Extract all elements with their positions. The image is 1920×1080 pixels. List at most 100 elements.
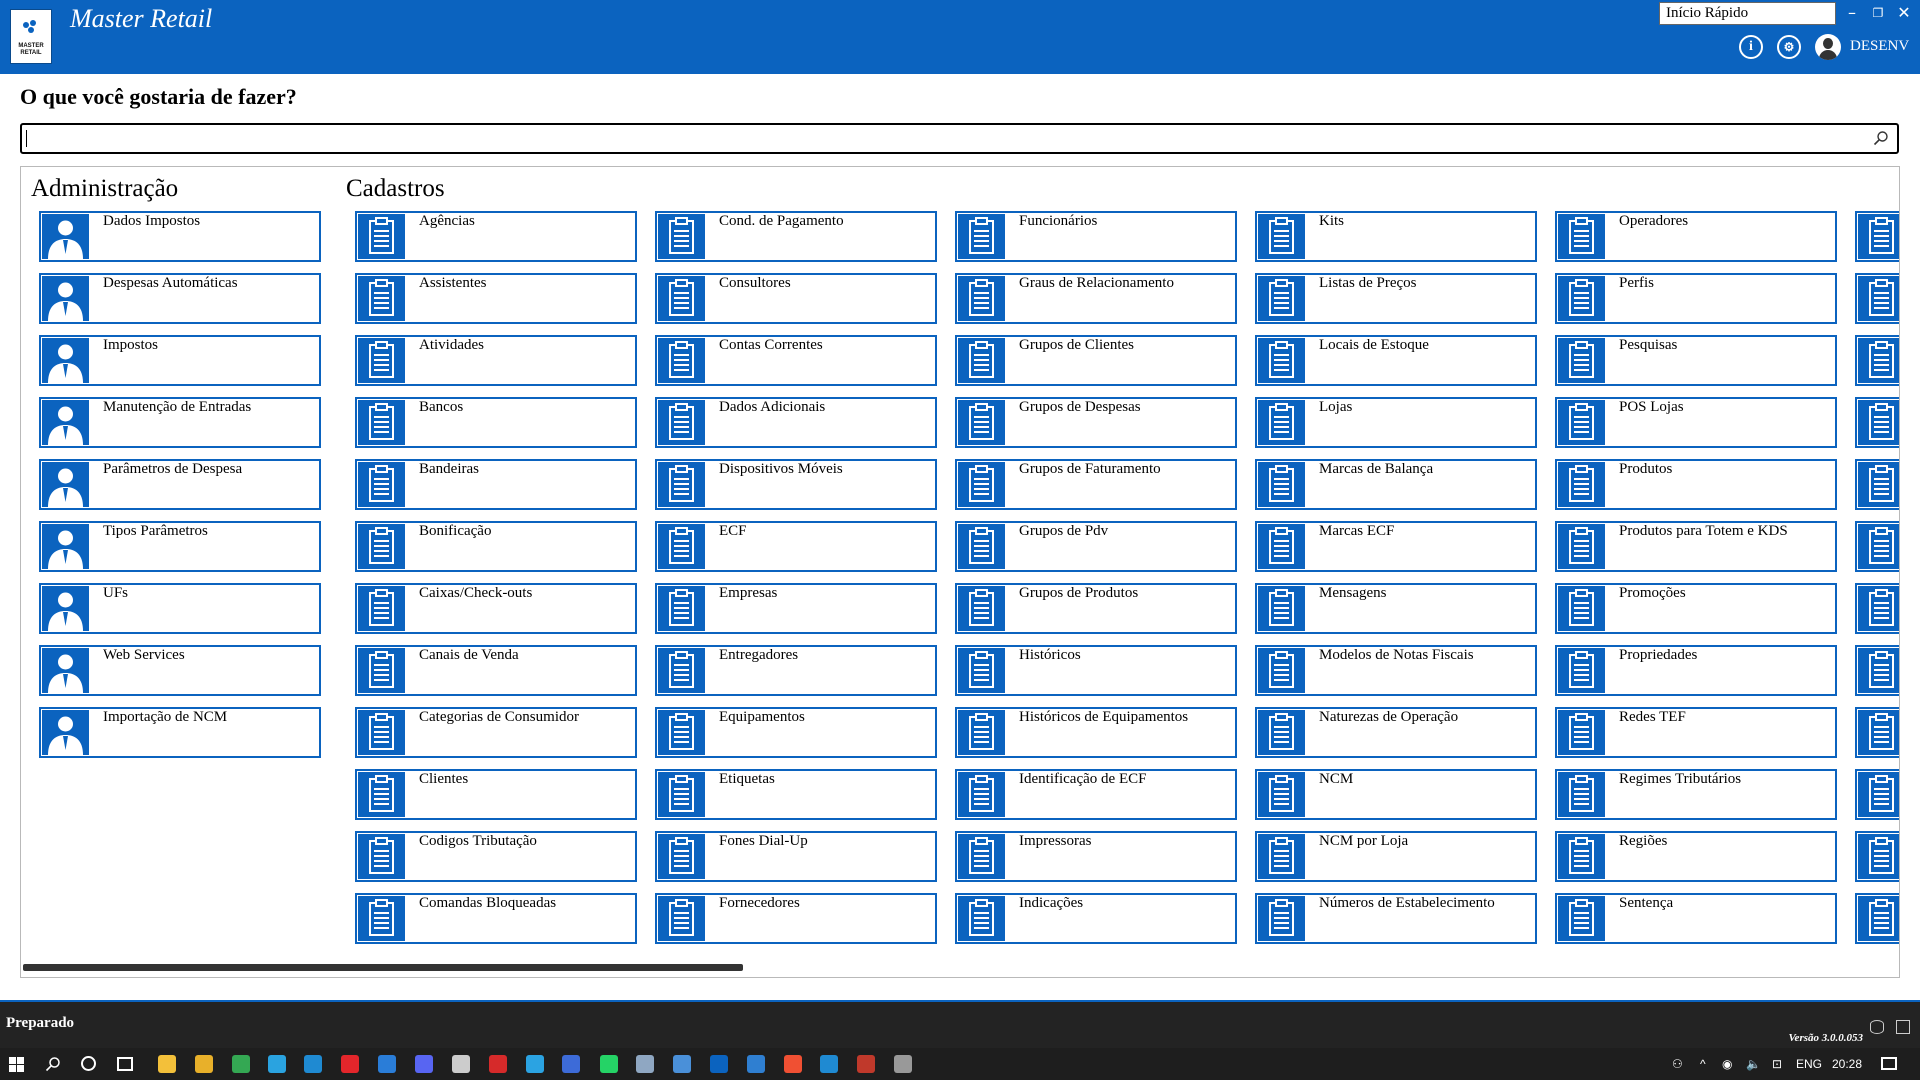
tile-grupos-de-clientes[interactable]: Grupos de Clientes: [955, 335, 1237, 386]
settings-icon[interactable]: ⚙: [1777, 35, 1801, 59]
tile-cond-de-pagamento[interactable]: Cond. de Pagamento: [655, 211, 937, 262]
pin-icon[interactable]: [452, 1055, 470, 1073]
app-icon[interactable]: [747, 1055, 765, 1073]
tile-impostos[interactable]: Impostos: [39, 335, 321, 386]
tile-ecf[interactable]: ECF: [655, 521, 937, 572]
tile-ufs[interactable]: UFs: [39, 583, 321, 634]
search-input[interactable]: [20, 123, 1899, 154]
tile-propriedades[interactable]: Propriedades: [1555, 645, 1837, 696]
tray-chevron-icon[interactable]: ^: [1700, 1057, 1706, 1071]
tile-regioes[interactable]: Regiões: [1555, 831, 1837, 882]
tile-dados-impostos[interactable]: Dados Impostos: [39, 211, 321, 262]
tile-clientes[interactable]: Clientes: [355, 769, 637, 820]
tile-historicos[interactable]: Históricos: [955, 645, 1237, 696]
tile-pesquisas[interactable]: Pesquisas: [1555, 335, 1837, 386]
cortana-icon[interactable]: [81, 1056, 96, 1071]
windows-start-icon[interactable]: [9, 1057, 24, 1072]
tile-blank[interactable]: [1855, 831, 1899, 882]
tile-modelos-de-notas-fiscais[interactable]: Modelos de Notas Fiscais: [1255, 645, 1537, 696]
tile-entregadores[interactable]: Entregadores: [655, 645, 937, 696]
tile-bonificacao[interactable]: Bonificação: [355, 521, 637, 572]
tile-historicos-de-equipamentos[interactable]: Históricos de Equipamentos: [955, 707, 1237, 758]
tile-consultores[interactable]: Consultores: [655, 273, 937, 324]
quick-start-input[interactable]: Início Rápido: [1659, 2, 1836, 25]
tile-produtos-para-totem-e-kds[interactable]: Produtos para Totem e KDS: [1555, 521, 1837, 572]
connection-icon[interactable]: [1896, 1020, 1910, 1034]
tile-fornecedores[interactable]: Fornecedores: [655, 893, 937, 944]
close-button[interactable]: ✕: [1894, 4, 1914, 22]
tile-numeros-de-estabelecimento[interactable]: Números de Estabelecimento: [1255, 893, 1537, 944]
app-icon[interactable]: [673, 1055, 691, 1073]
tile-graus-de-relacionamento[interactable]: Graus de Relacionamento: [955, 273, 1237, 324]
tile-sentenca[interactable]: Sentença: [1555, 893, 1837, 944]
tile-despesas-automaticas[interactable]: Despesas Automáticas: [39, 273, 321, 324]
tile-blank[interactable]: [1855, 211, 1899, 262]
tile-indicacoes[interactable]: Indicações: [955, 893, 1237, 944]
tile-produtos[interactable]: Produtos: [1555, 459, 1837, 510]
tile-lojas[interactable]: Lojas: [1255, 397, 1537, 448]
app-icon[interactable]: [562, 1055, 580, 1073]
tile-equipamentos[interactable]: Equipamentos: [655, 707, 937, 758]
folder-icon[interactable]: [195, 1055, 213, 1073]
tile-blank[interactable]: [1855, 645, 1899, 696]
volume-icon[interactable]: 🔈: [1746, 1057, 1761, 1071]
tile-ncm[interactable]: NCM: [1255, 769, 1537, 820]
tile-operadores[interactable]: Operadores: [1555, 211, 1837, 262]
edge-icon[interactable]: [268, 1055, 286, 1073]
clock[interactable]: 20:28: [1832, 1057, 1862, 1071]
tile-blank[interactable]: [1855, 893, 1899, 944]
tile-blank[interactable]: [1855, 273, 1899, 324]
tile-empresas[interactable]: Empresas: [655, 583, 937, 634]
tile-assistentes[interactable]: Assistentes: [355, 273, 637, 324]
vscode-icon[interactable]: [820, 1055, 838, 1073]
language-label[interactable]: ENG: [1796, 1057, 1822, 1071]
master-retail-icon[interactable]: [710, 1055, 728, 1073]
tile-locais-de-estoque[interactable]: Locais de Estoque: [1255, 335, 1537, 386]
tile-blank[interactable]: [1855, 583, 1899, 634]
tile-canais-de-venda[interactable]: Canais de Venda: [355, 645, 637, 696]
tile-blank[interactable]: [1855, 707, 1899, 758]
search-icon[interactable]: [45, 1056, 61, 1072]
tile-grupos-de-despesas[interactable]: Grupos de Despesas: [955, 397, 1237, 448]
tile-dispositivos-moveis[interactable]: Dispositivos Móveis: [655, 459, 937, 510]
horizontal-scrollbar[interactable]: [23, 964, 743, 971]
restore-button[interactable]: ❐: [1868, 4, 1888, 22]
tile-redes-tef[interactable]: Redes TEF: [1555, 707, 1837, 758]
task-view-icon[interactable]: [117, 1057, 133, 1071]
tile-fones-dial-up[interactable]: Fones Dial-Up: [655, 831, 937, 882]
tile-etiquetas[interactable]: Etiquetas: [655, 769, 937, 820]
app-icon[interactable]: [894, 1055, 912, 1073]
search-icon[interactable]: [1873, 130, 1889, 146]
tile-web-services[interactable]: Web Services: [39, 645, 321, 696]
acrobat-icon[interactable]: [489, 1055, 507, 1073]
whatsapp-icon[interactable]: [600, 1055, 618, 1073]
tile-contas-correntes[interactable]: Contas Correntes: [655, 335, 937, 386]
chrome-icon[interactable]: [232, 1055, 250, 1073]
tile-naturezas-de-operacao[interactable]: Naturezas de Operação: [1255, 707, 1537, 758]
minimize-button[interactable]: –: [1842, 4, 1862, 22]
tile-blank[interactable]: [1855, 769, 1899, 820]
discord-icon[interactable]: [415, 1055, 433, 1073]
tile-identificacao-de-ecf[interactable]: Identificação de ECF: [955, 769, 1237, 820]
tile-bancos[interactable]: Bancos: [355, 397, 637, 448]
tile-tipos-parametros[interactable]: Tipos Parâmetros: [39, 521, 321, 572]
people-icon[interactable]: ⚇: [1672, 1057, 1683, 1071]
tile-importacao-de-ncm[interactable]: Importação de NCM: [39, 707, 321, 758]
opera-icon[interactable]: [341, 1055, 359, 1073]
tile-kits[interactable]: Kits: [1255, 211, 1537, 262]
tray-app-icon[interactable]: ◉: [1722, 1057, 1732, 1071]
tile-blank[interactable]: [1855, 459, 1899, 510]
git-icon[interactable]: [784, 1055, 802, 1073]
tile-marcas-ecf[interactable]: Marcas ECF: [1255, 521, 1537, 572]
remote-desktop-icon[interactable]: [636, 1055, 654, 1073]
tile-listas-de-precos[interactable]: Listas de Preços: [1255, 273, 1537, 324]
tile-manutencao-de-entradas[interactable]: Manutenção de Entradas: [39, 397, 321, 448]
user-avatar-icon[interactable]: [1815, 34, 1841, 60]
tile-agencias[interactable]: Agências: [355, 211, 637, 262]
database-icon[interactable]: [1870, 1020, 1884, 1034]
tile-grupos-de-pdv[interactable]: Grupos de Pdv: [955, 521, 1237, 572]
tile-promocoes[interactable]: Promoções: [1555, 583, 1837, 634]
tile-grupos-de-produtos[interactable]: Grupos de Produtos: [955, 583, 1237, 634]
tile-bandeiras[interactable]: Bandeiras: [355, 459, 637, 510]
tile-caixas-check-outs[interactable]: Caixas/Check-outs: [355, 583, 637, 634]
